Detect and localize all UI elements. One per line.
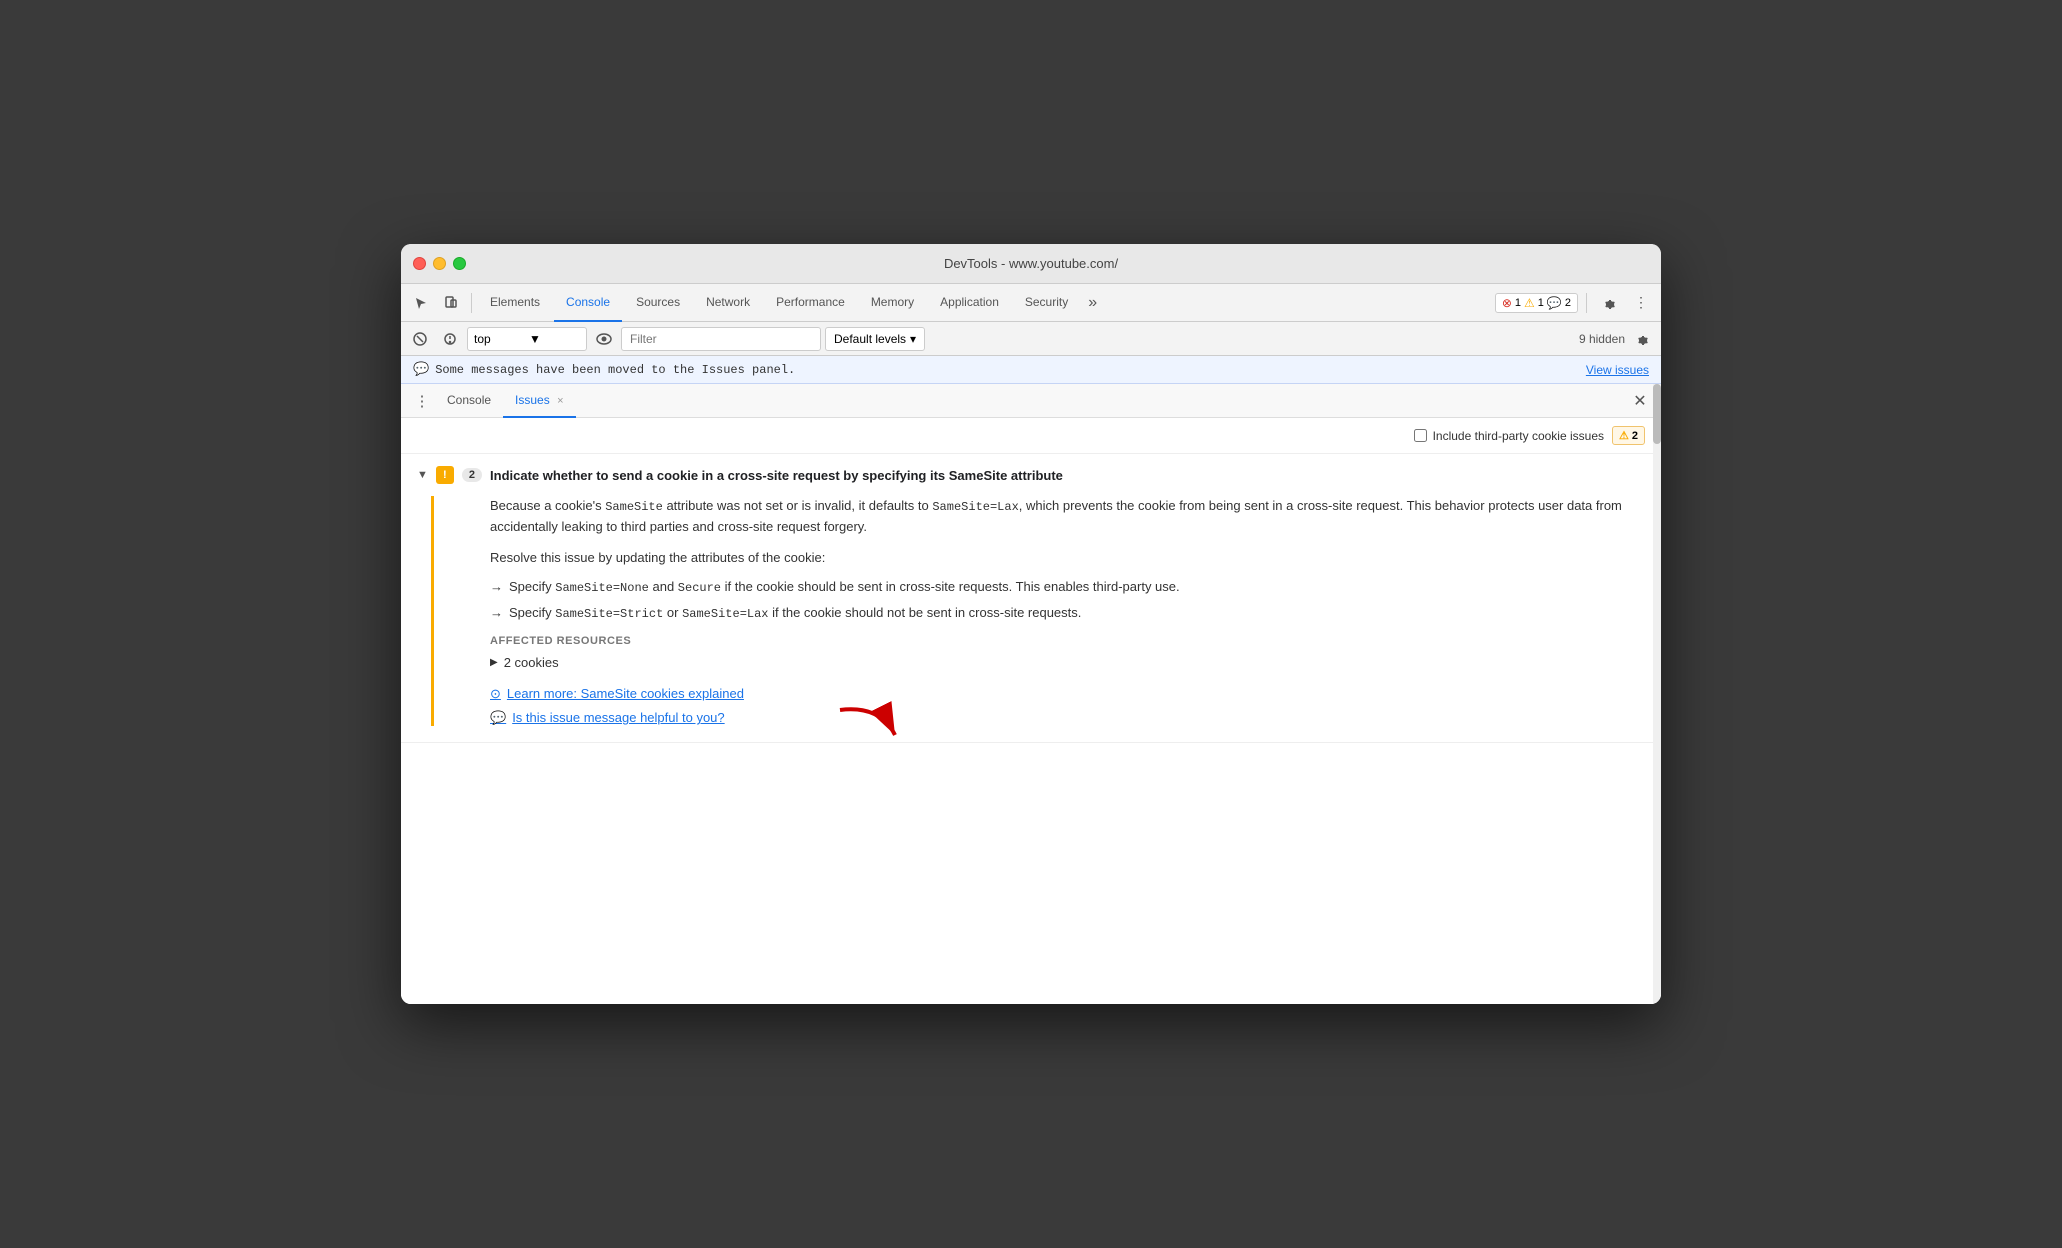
view-issues-link[interactable]: View issues (1586, 363, 1649, 377)
nav-actions: ⊗ 1 ⚠ 1 💬 2 ⋮ (1495, 289, 1655, 317)
no-icon-btn[interactable] (437, 326, 463, 352)
tab-issues-close[interactable]: × (557, 395, 563, 407)
affected-resources-label: AFFECTED RESOURCES (490, 635, 1629, 647)
issue-bullet-1: → Specify SameSite=None and Secure if th… (490, 577, 1629, 597)
issue-warning-icon: ! (436, 466, 454, 484)
scrollbar-track[interactable] (1653, 384, 1661, 1004)
issue-description: Because a cookie's SameSite attribute wa… (490, 496, 1629, 538)
top-nav: Elements Console Sources Network Perform… (401, 284, 1661, 322)
more-tabs-btn[interactable]: » (1082, 294, 1103, 312)
error-count: 1 (1515, 297, 1521, 309)
devtools-panel: Elements Console Sources Network Perform… (401, 284, 1661, 1004)
cookies-toggle[interactable]: ▶ 2 cookies (490, 655, 1629, 670)
devtools-main: ⋮ Console Issues × ✕ Include third-party (401, 384, 1661, 1004)
close-button[interactable] (413, 257, 426, 270)
nav-separator-1 (471, 293, 472, 313)
console-toolbar: top ▼ Default levels ▾ 9 hidden (401, 322, 1661, 356)
context-selector[interactable]: top ▼ (467, 327, 587, 351)
external-link-icon: ⊙ (490, 686, 501, 702)
hidden-count: 9 hidden (1579, 332, 1625, 346)
console-settings-btn[interactable] (1629, 326, 1655, 352)
cookies-label: 2 cookies (504, 655, 559, 670)
arrow-right-icon-2: → (490, 603, 503, 623)
issue-links: ⊙ Learn more: SameSite cookies explained… (490, 686, 1629, 726)
issue-group: ▼ ! 2 Indicate whether to send a cookie … (401, 454, 1661, 743)
device-toolbar-btn[interactable] (437, 289, 465, 317)
error-icon: ⊗ (1502, 296, 1512, 310)
feedback-icon: 💬 (490, 710, 506, 726)
info-count: 2 (1565, 297, 1571, 309)
tab-console[interactable]: Console (554, 284, 622, 322)
tab-performance[interactable]: Performance (764, 284, 857, 322)
arrow-right-icon-1: → (490, 577, 503, 597)
nav-separator-2 (1586, 293, 1587, 313)
error-badge[interactable]: ⊗ 1 ⚠ 1 💬 2 (1495, 293, 1578, 313)
settings-gear-btn[interactable] (1595, 289, 1623, 317)
tab-network[interactable]: Network (694, 284, 762, 322)
tab-security[interactable]: Security (1013, 284, 1080, 322)
warn-triangle-icon: ⚠ (1619, 429, 1629, 442)
tab-elements[interactable]: Elements (478, 284, 552, 322)
more-options-btn[interactable]: ⋮ (1627, 289, 1655, 317)
maximize-button[interactable] (453, 257, 466, 270)
warning-icon: ⚠ (1524, 296, 1535, 310)
info-icon: 💬 (1547, 296, 1562, 310)
issue-bullets: → Specify SameSite=None and Secure if th… (490, 577, 1629, 623)
filter-input[interactable] (621, 327, 821, 351)
expand-arrow-icon[interactable]: ▼ (417, 469, 428, 481)
tab-memory[interactable]: Memory (859, 284, 926, 322)
info-bar-icon: 💬 (413, 362, 429, 377)
info-bar: 💬 Some messages have been moved to the I… (401, 356, 1661, 384)
issues-header: Include third-party cookie issues ⚠ 2 (401, 418, 1661, 454)
issue-bullet-2: → Specify SameSite=Strict or SameSite=La… (490, 603, 1629, 623)
bullet-1-text: Specify SameSite=None and Secure if the … (509, 577, 1180, 597)
issue-count-badge: 2 (462, 468, 482, 482)
bullet-2-text: Specify SameSite=Strict or SameSite=Lax … (509, 603, 1081, 623)
third-party-label: Include third-party cookie issues (1433, 429, 1604, 443)
feedback-text: Is this issue message helpful to you? (512, 710, 724, 725)
issues-count: 2 (1632, 430, 1638, 442)
learn-more-link[interactable]: ⊙ Learn more: SameSite cookies explained (490, 686, 1629, 702)
panel-tabs: ⋮ Console Issues × ✕ (401, 384, 1661, 418)
window-title: DevTools - www.youtube.com/ (944, 256, 1118, 271)
warning-count: 1 (1538, 297, 1544, 309)
title-bar: DevTools - www.youtube.com/ (401, 244, 1661, 284)
third-party-checkbox-label[interactable]: Include third-party cookie issues (1414, 429, 1604, 443)
issue-body: Because a cookie's SameSite attribute wa… (431, 496, 1645, 726)
tab-console-inner[interactable]: Console (435, 384, 503, 418)
cursor-icon-btn[interactable] (407, 289, 435, 317)
info-bar-message: Some messages have been moved to the Iss… (435, 363, 795, 377)
levels-dropdown[interactable]: Default levels ▾ (825, 327, 925, 351)
feedback-link[interactable]: 💬 Is this issue message helpful to you? (490, 710, 725, 726)
learn-more-text: Learn more: SameSite cookies explained (507, 686, 744, 701)
tab-sources[interactable]: Sources (624, 284, 692, 322)
tab-issues-inner[interactable]: Issues × (503, 384, 575, 418)
panel-close-btn[interactable]: ✕ (1627, 388, 1653, 414)
devtools-window: DevTools - www.youtube.com/ Elements Con… (401, 244, 1661, 1004)
issue-title: Indicate whether to send a cookie in a c… (490, 468, 1063, 483)
traffic-lights (413, 257, 466, 270)
clear-console-btn[interactable] (407, 326, 433, 352)
live-expressions-btn[interactable] (591, 326, 617, 352)
minimize-button[interactable] (433, 257, 446, 270)
panel-more-btn[interactable]: ⋮ (409, 388, 435, 414)
cookies-arrow-icon: ▶ (490, 657, 498, 668)
scrollbar-thumb[interactable] (1653, 384, 1661, 444)
tab-application[interactable]: Application (928, 284, 1011, 322)
third-party-checkbox[interactable] (1414, 429, 1427, 442)
issues-count-badge: ⚠ 2 (1612, 426, 1645, 445)
issues-content: Include third-party cookie issues ⚠ 2 ▼ … (401, 418, 1661, 1004)
issue-header[interactable]: ▼ ! 2 Indicate whether to send a cookie … (401, 454, 1661, 496)
issue-resolve-text: Resolve this issue by updating the attri… (490, 550, 1629, 565)
